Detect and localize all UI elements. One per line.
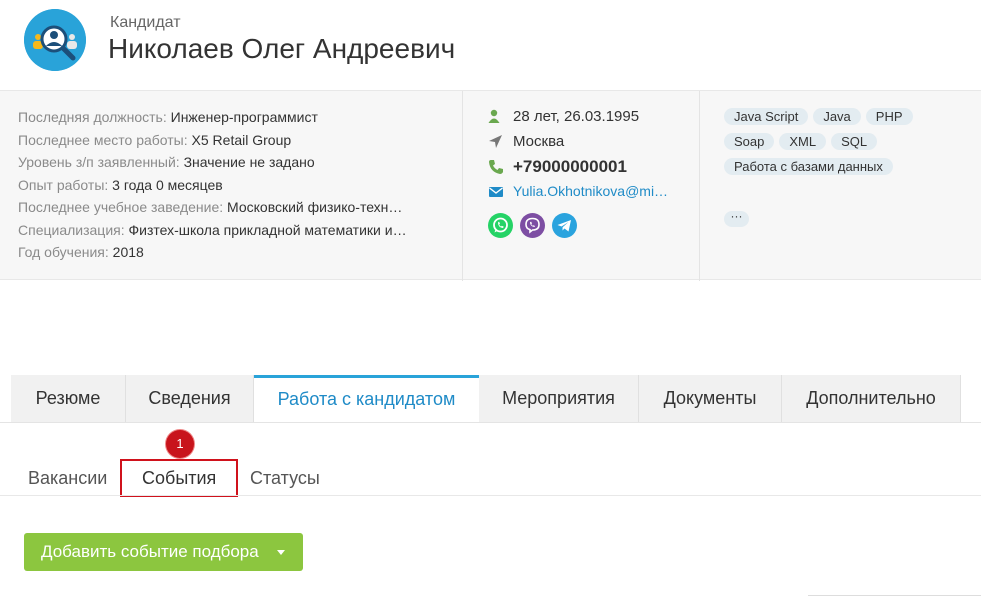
tabs-divider [0,422,981,423]
add-event-label: Добавить событие подбора [41,542,259,561]
person-icon [488,109,500,123]
contacts-block: 28 лет, 26.03.1995 Москва +79000000001 Y… [488,104,683,204]
callout-badge: 1 [166,430,194,458]
info-row-institution: Последнее учебное заведение: Московский … [18,199,403,215]
info-row-study-year: Год обучения: 2018 [18,244,144,260]
phone-icon [489,160,503,174]
skill-tag: XML [779,133,827,150]
info-row-last-position: Последняя должность: Инженер-программист [18,109,318,125]
info-row-last-workplace: Последнее место работы: X5 Retail Group [18,131,292,148]
candidate-header: Кандидат Николаев Олег Андреевич [0,0,981,90]
subtab-vacancies[interactable]: Вакансии [28,460,107,496]
viber-icon[interactable] [520,213,545,238]
email-link[interactable]: Yulia.Okhotnikova@mi… [513,183,668,199]
email-row[interactable]: Yulia.Okhotnikova@mi… [488,179,683,204]
skill-tag: PHP [865,108,913,125]
bottom-divider [808,595,981,596]
skill-tag: Java Script [724,108,809,125]
column-divider [462,91,463,281]
tab-resume[interactable]: Резюме [11,375,126,422]
city-row: Москва [488,129,683,154]
age-row: 28 лет, 26.03.1995 [488,104,683,129]
tab-events[interactable]: Мероприятия [479,375,639,422]
info-row-salary: Уровень з/п заявленный: Значение не зада… [18,154,315,170]
main-tabs: Резюме Сведения Работа с кандидатом Меро… [11,375,961,422]
subtabs-divider [0,495,981,496]
tab-additional[interactable]: Дополнительно [782,375,961,422]
candidate-search-logo-icon [24,9,86,71]
add-event-button[interactable]: Добавить событие подбора [24,533,303,571]
location-arrow-icon [489,135,502,148]
tab-details[interactable]: Сведения [126,375,254,422]
candidate-details-list: Последняя должность: Инженер-программист… [18,106,443,264]
tab-documents[interactable]: Документы [639,375,782,422]
skill-tag: Java [813,108,861,125]
tab-candidate-work[interactable]: Работа с кандидатом [254,375,479,422]
highlight-frame [120,459,238,497]
skill-tag: Работа с базами данных [724,158,893,175]
more-tags-button[interactable]: ··· [724,210,749,227]
telegram-icon[interactable] [552,213,577,238]
entity-type-label: Кандидат [110,14,181,31]
caret-down-icon [277,550,285,555]
skills-tags: Java Script Java PHP Soap XML SQL Работа с баз… [724,108,969,183]
candidate-name: Николаев Олег Андреевич [108,33,456,64]
info-row-experience: Опыт работы: 3 года 0 месяцев [18,176,223,193]
subtab-statuses[interactable]: Статусы [250,460,320,496]
phone-row[interactable]: +79000000001 [488,154,683,179]
age-birthdate: 28 лет, 26.03.1995 [513,108,640,125]
envelope-icon [489,187,503,197]
phone-number[interactable]: +79000000001 [513,157,627,176]
skill-tag: SQL [831,133,878,150]
candidate-info-panel: Последняя должность: Инженер-программист… [0,90,981,281]
city: Москва [513,133,565,150]
column-divider [699,91,700,281]
info-row-specialization: Специализация: Физтех-школа прикладной м… [18,221,407,238]
skill-tag: Soap [724,133,775,150]
whatsapp-icon[interactable] [488,213,513,238]
